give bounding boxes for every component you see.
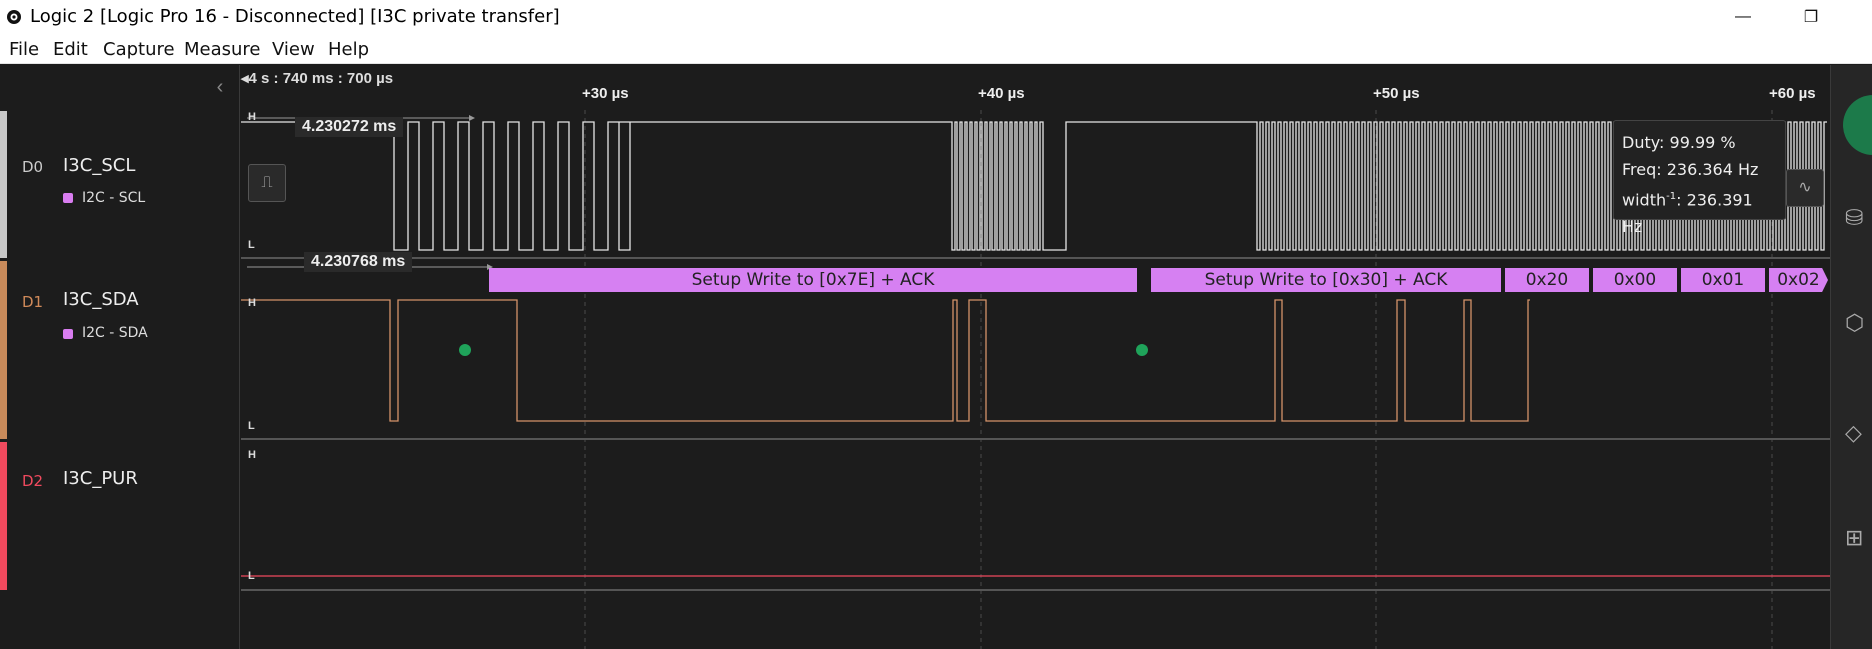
channel-color-stripe (0, 111, 7, 258)
tooltip-width-sup: -1 (1666, 191, 1677, 202)
ruler-tick-label: +50 µs (1373, 85, 1420, 102)
waveform-canvas[interactable] (241, 110, 1830, 649)
scl-pulse-width-label[interactable]: 4.230272 ms (295, 117, 404, 137)
pulse-measure-icon: ∿ (1798, 179, 1812, 196)
restore-button[interactable]: ❐ (1788, 0, 1834, 34)
tooltip-duty: Duty: 99.99 % (1622, 133, 1736, 152)
measurement-tooltip: Duty: 99.99 % Freq: 236.364 Hz width-1: … (1613, 120, 1786, 236)
time-ruler[interactable]: ◂4 s : 740 ms : 700 µs +30 µs +40 µs +50… (241, 65, 1830, 110)
level-high-label: H (248, 111, 256, 123)
channel-row-d2[interactable]: D2 I3C_PUR (0, 442, 240, 590)
window-title: Logic 2 [Logic Pro 16 - Disconnected] [I… (30, 6, 560, 27)
start-condition-marker[interactable] (459, 344, 471, 356)
collapse-panel-button[interactable]: ‹ (208, 75, 232, 99)
ruler-origin: ◂4 s : 740 ms : 700 µs (241, 70, 394, 87)
time-grid (584, 110, 1773, 649)
measure-button[interactable]: ∿ (1786, 169, 1824, 207)
scl-measure-arrowhead (469, 115, 475, 121)
channel-color-stripe (0, 261, 7, 439)
title-bar: Logic 2 [Logic Pro 16 - Disconnected] [I… (0, 0, 1872, 34)
analyzer-color-dot (63, 329, 73, 339)
tooltip-width-prefix: width (1622, 190, 1667, 210)
menu-bar: File Edit Capture Measure View Help (0, 34, 1872, 64)
tooltip-freq: Freq: 236.364 Hz (1622, 160, 1759, 179)
extensions-icon[interactable]: ⊞ (1845, 525, 1872, 553)
ruler-tick-label: +60 µs (1769, 85, 1816, 102)
channel-name[interactable]: I3C_SDA (63, 289, 139, 310)
analyzer-color-dot (63, 193, 73, 203)
minimize-button[interactable]: — (1720, 0, 1766, 34)
menu-view[interactable]: View (272, 39, 315, 60)
decoder-frame[interactable]: 0x01 (1681, 268, 1765, 292)
main-area: ‹ D0 I3C_SCL I2C - SCL D1 I3C_SDA I2C - … (0, 65, 1872, 649)
level-low-label: L (248, 239, 255, 251)
annotations-icon[interactable]: ◇ (1845, 420, 1872, 448)
falling-edge-trigger-icon: ⎍ (261, 174, 273, 191)
level-low-label: L (248, 570, 255, 582)
scl-waveform (241, 121, 1827, 251)
measurements-icon[interactable]: ⬡ (1845, 310, 1872, 338)
waveform-area[interactable]: H L H L H L 4.230272 ms 4.230768 ms ⎍ Se… (241, 110, 1830, 649)
decoder-frame[interactable]: 0x00 (1593, 268, 1677, 292)
channel-row-d1[interactable]: D1 I3C_SDA I2C - SDA (0, 261, 240, 439)
restore-icon: ❐ (1803, 9, 1819, 26)
sda-pulse-width-label[interactable]: 4.230768 ms (304, 252, 413, 272)
right-sidebar: ⛁ ⬡ ◇ ⊞ (1830, 65, 1872, 649)
ruler-tick-label: +30 µs (582, 85, 629, 102)
level-low-label: L (248, 420, 255, 432)
level-high-label: H (248, 297, 256, 309)
channel-color-stripe (0, 442, 7, 590)
channel-row-d0[interactable]: D0 I3C_SCL I2C - SCL (0, 111, 240, 258)
channel-id: D2 (22, 472, 44, 490)
channel-name[interactable]: I3C_PUR (63, 468, 138, 489)
menu-edit[interactable]: Edit (53, 39, 88, 60)
menu-measure[interactable]: Measure (184, 39, 261, 60)
start-capture-button[interactable] (1843, 95, 1872, 155)
menu-capture[interactable]: Capture (103, 39, 175, 60)
decoder-frame[interactable]: Setup Write to [0x30] + ACK (1151, 268, 1501, 292)
channel-name[interactable]: I3C_SCL (63, 155, 135, 176)
decoder-frame[interactable]: Setup Write to [0x7E] + ACK (489, 268, 1137, 292)
ruler-tick-label: +40 µs (978, 85, 1025, 102)
analyzer-label: I2C - SDA (82, 325, 148, 341)
minimize-icon: — (1735, 8, 1751, 25)
chevron-left-icon: ‹ (216, 76, 224, 98)
logic-app-icon (7, 10, 21, 24)
start-condition-marker[interactable] (1136, 344, 1148, 356)
analyzer-label: I2C - SCL (82, 190, 146, 206)
analyzers-icon[interactable]: ⛁ (1845, 205, 1872, 233)
channel-panel: ‹ D0 I3C_SCL I2C - SCL D1 I3C_SDA I2C - … (0, 65, 240, 649)
level-high-label: H (248, 449, 256, 461)
channel-id: D0 (22, 158, 44, 176)
channel-id: D1 (22, 293, 44, 311)
decoder-frame[interactable]: 0x20 (1505, 268, 1589, 292)
trigger-button[interactable]: ⎍ (248, 164, 286, 202)
ruler-origin-text: 4 s : 740 ms : 700 µs (248, 70, 394, 87)
tooltip-width: width-1: 236.391 Hz (1622, 183, 1777, 240)
menu-help[interactable]: Help (328, 39, 369, 60)
decoder-frame[interactable]: 0x02 (1769, 268, 1828, 292)
sda-waveform (241, 299, 1530, 422)
menu-file[interactable]: File (9, 39, 39, 60)
